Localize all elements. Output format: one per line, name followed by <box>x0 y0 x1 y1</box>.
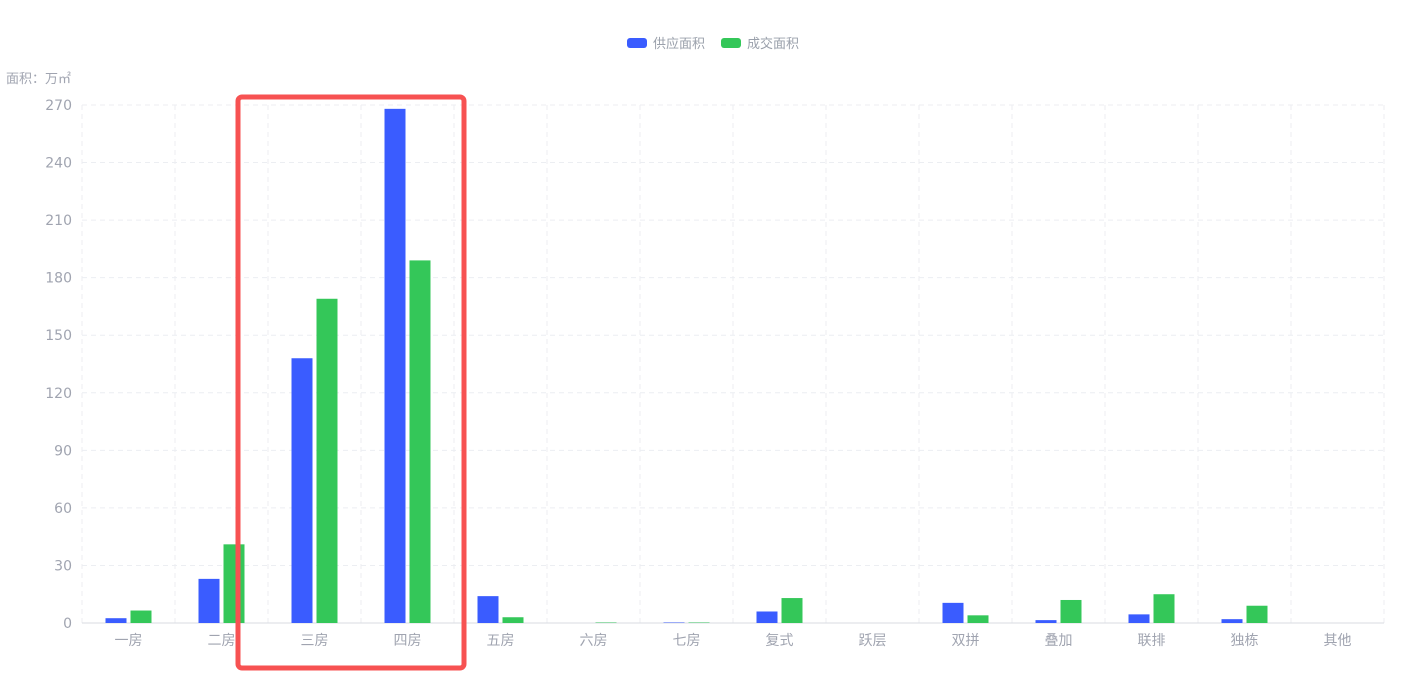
x-tick-label: 六房 <box>580 633 608 649</box>
y-tick-label: 210 <box>45 213 72 229</box>
bar-supply[interactable] <box>663 622 685 623</box>
legend-swatch <box>721 38 741 48</box>
bar-deal[interactable] <box>781 598 803 623</box>
x-tick-label: 复式 <box>766 632 794 649</box>
bar-supply[interactable] <box>1221 619 1243 623</box>
legend-item[interactable]: 成交面积 <box>721 36 799 52</box>
bar-supply[interactable] <box>384 108 406 623</box>
bar-deal[interactable] <box>1060 599 1082 623</box>
bar-supply[interactable] <box>756 611 778 623</box>
bar-deal[interactable] <box>502 617 524 623</box>
legend[interactable]: 供应面积 成交面积 <box>627 36 799 52</box>
bar-deal[interactable] <box>967 615 989 623</box>
x-tick-label: 四房 <box>394 633 422 649</box>
bar-supply[interactable] <box>942 602 964 623</box>
bar-deal[interactable] <box>223 544 245 623</box>
x-tick-label: 二房 <box>208 633 236 649</box>
bar-deal[interactable] <box>316 298 338 623</box>
x-tick-label: 联排 <box>1138 633 1166 649</box>
grid <box>81 104 1385 623</box>
y-tick-label: 30 <box>54 558 72 574</box>
x-tick-label: 独栋 <box>1231 632 1259 649</box>
legend-label: 成交面积 <box>747 36 799 52</box>
bar-deal[interactable] <box>130 610 152 623</box>
y-tick-label: 270 <box>45 98 72 114</box>
y-tick-label: 0 <box>63 616 72 632</box>
bar-supply[interactable] <box>291 358 313 623</box>
y-tick-label: 90 <box>54 443 72 459</box>
x-tick-label: 叠加 <box>1045 633 1073 649</box>
x-tick-label: 其他 <box>1324 633 1352 649</box>
x-tick-label: 跃层 <box>859 633 887 649</box>
bar-supply[interactable] <box>477 596 499 623</box>
bar-deal[interactable] <box>1246 605 1268 623</box>
x-tick-label: 七房 <box>673 633 701 649</box>
bar-deal[interactable] <box>409 260 431 623</box>
x-tick-label: 一房 <box>115 633 143 649</box>
y-tick-label: 60 <box>54 501 72 517</box>
legend-swatch <box>627 38 647 48</box>
y-tick-label: 240 <box>45 156 72 172</box>
y-tick-label: 120 <box>45 386 72 402</box>
chart-container: 0 30 60 90 120 150 180 210 240 270 一房 二房 三房 四房 五房 六房 七房 复… <box>0 0 1406 695</box>
bar-deal[interactable] <box>595 622 617 623</box>
y-tick-label: 150 <box>45 328 72 344</box>
bar-chart: 0 30 60 90 120 150 180 210 240 270 一房 二房 三房 四房 五房 六房 七房 复… <box>6 36 1385 671</box>
legend-item[interactable]: 供应面积 <box>627 36 705 52</box>
x-tick-label: 三房 <box>301 633 329 649</box>
bars <box>105 108 1268 623</box>
bar-deal[interactable] <box>1153 594 1175 623</box>
bar-supply[interactable] <box>198 578 220 623</box>
x-tick-label: 五房 <box>487 633 515 649</box>
bar-deal[interactable] <box>688 622 710 623</box>
y-tick-label: 180 <box>45 271 72 287</box>
legend-label: 供应面积 <box>653 36 705 52</box>
bar-supply[interactable] <box>1128 614 1150 623</box>
x-tick-label: 双拼 <box>952 633 980 649</box>
bar-supply[interactable] <box>1035 620 1057 623</box>
y-axis-label: 面积：万㎡ <box>6 72 71 87</box>
bar-supply[interactable] <box>105 618 127 623</box>
